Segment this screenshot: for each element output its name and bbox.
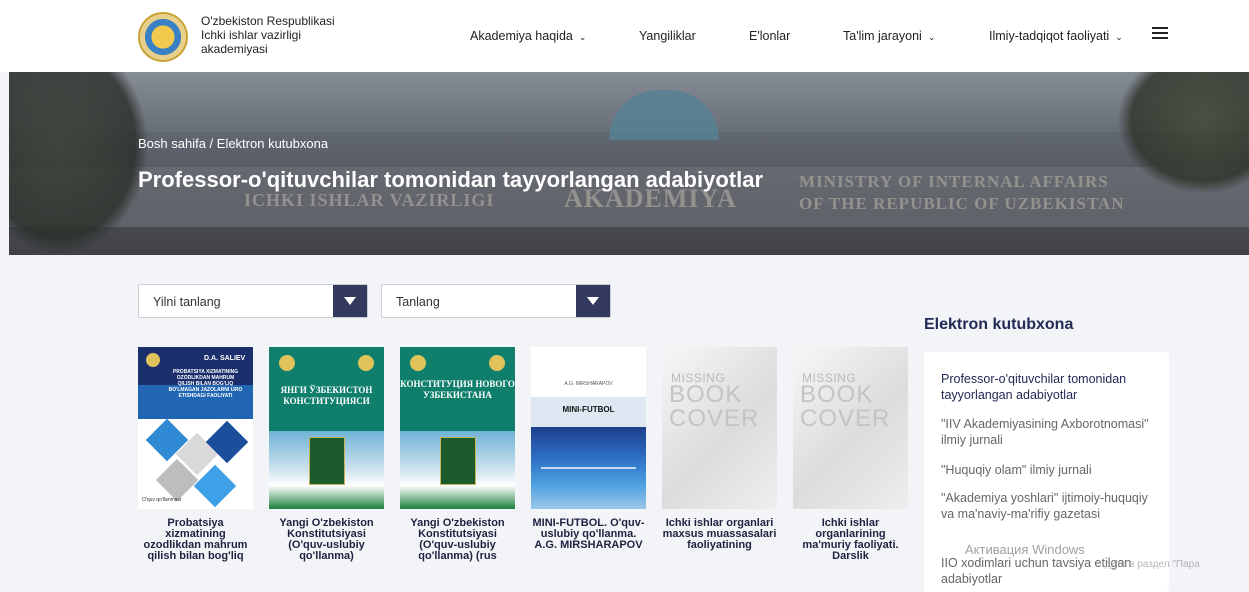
nav-item-ilmiy-tadqiqot[interactable]: Ilmiy-tadqiqot faoliyati ⌄ [989,29,1123,43]
cover-author: D.A. SALIEV [204,355,246,362]
book-cover[interactable]: A.G. MIRSHARAPOV MINI-FUTBOL [531,347,646,509]
type-select[interactable]: Tanlang [381,284,611,318]
breadcrumb[interactable]: Bosh sahifa / Elektron kutubxona [138,136,328,151]
page-title: Professor-o'qituvchilar tomonidan tayyor… [138,167,764,192]
nav-label: Akademiya haqida [470,29,573,43]
type-select-value: Tanlang [396,295,440,309]
cover-book-text: BOOK COVER [669,381,760,432]
cover-footer: O'quv qo'llanmasi [142,497,182,503]
book-cover[interactable]: КОНСТИТУЦИЯ НОВОГО УЗБЕКИСТАНА [400,347,515,509]
year-select[interactable]: Yilni tanlang [138,284,368,318]
cover-text: PROBATSIYA XIZMATINING OZODLIKDAN MAHRUM… [168,369,243,399]
cover-book-text: BOOK COVER [800,381,891,432]
book-card[interactable]: MISSING BOOK COVER Ichki ishlar organlar… [662,347,777,566]
book-title[interactable]: Yangi O'zbekiston Konstitutsiyasi (O'quv… [269,518,384,566]
book-card[interactable]: MISSING BOOK COVER Ichki ishlar organlar… [793,347,908,566]
cover-header [531,347,646,397]
book-title[interactable]: Yangi O'zbekiston Konstitutsiyasi (O'quv… [400,518,515,566]
nav-item-akademiya-haqida[interactable]: Akademiya haqida ⌄ [470,29,586,43]
book-title[interactable]: Probatsiya xizmatining ozodlikdan mahrum… [138,518,253,566]
nav-label: E'lonlar [749,29,791,43]
nav-item-talim-jarayoni[interactable]: Ta'lim jarayoni ⌄ [843,29,935,43]
chevron-down-icon: ⌄ [1115,32,1123,42]
constitution-book-icon [309,437,345,485]
chevron-down-icon[interactable] [576,285,610,317]
emblem-icon [489,355,505,371]
book-cover[interactable]: MISSING BOOK COVER [662,347,777,509]
cover-text: ЯНГИ ЎЗБЕКИСТОН КОНСТИТУЦИЯСИ [280,385,373,406]
constitution-book-icon [440,437,476,485]
hero-banner: ICHKI ISHLAR VAZIRLIGI AKADEMIYA MINISTR… [9,72,1249,255]
windows-activation-watermark-hint: дите в раздел "Пара [1105,559,1200,570]
nav-item-elonlar[interactable]: E'lonlar [749,29,790,43]
hamburger-icon[interactable] [1152,27,1168,41]
sidebar-item-akademiya-yoshlari[interactable]: "Akademiya yoshlari" ijtimoiy-huquqiy va… [941,490,1156,522]
book-title[interactable]: MINI-FUTBOL. O'quv-uslubiy qo'llanma. A.… [531,518,646,566]
emblem-icon [146,353,160,367]
year-select-value: Yilni tanlang [153,295,221,309]
sidebar-item-axborotnoma[interactable]: "IIV Akademiyasining Axborotnomasi" ilmi… [941,416,1156,448]
hero-overlay [9,72,1249,255]
nav-label: Ilmiy-tadqiqot faoliyati [989,29,1110,43]
book-card[interactable]: ЯНГИ ЎЗБЕКИСТОН КОНСТИТУЦИЯСИ Yangi O'zb… [269,347,384,566]
book-cover[interactable]: D.A. SALIEV PROBATSIYA XIZMATINING OZODL… [138,347,253,509]
cover-text: MINI-FUTBOL [562,405,615,414]
book-title[interactable]: Ichki ishlar organlari maxsus muassasala… [662,518,777,566]
nav-label: Yangiliklar [639,29,696,43]
emblem-icon [358,355,374,371]
windows-activation-watermark: Активация Windows [965,542,1085,557]
nav-item-yangiliklar[interactable]: Yangiliklar [639,29,696,43]
logo-text[interactable]: O'zbekiston Respublikasi Ichki ishlar va… [201,14,361,56]
book-card[interactable]: D.A. SALIEV PROBATSIYA XIZMATINING OZODL… [138,347,253,566]
chevron-down-icon[interactable] [333,285,367,317]
sidebar-title: Elektron kutubxona [924,316,1074,333]
cover-text: КОНСТИТУЦИЯ НОВОГО УЗБЕКИСТАНА [400,379,515,400]
emblem-icon [279,355,295,371]
sidebar-item-huquqiy-olam[interactable]: "Huquqiy olam" ilmiy jurnali [941,462,1156,478]
book-card[interactable]: КОНСТИТУЦИЯ НОВОГО УЗБЕКИСТАНА Yangi O'z… [400,347,515,566]
book-cover[interactable]: ЯНГИ ЎЗБЕКИСТОН КОНСТИТУЦИЯСИ [269,347,384,509]
academy-logo-icon[interactable] [138,12,188,62]
nav-label: Ta'lim jarayoni [843,29,922,43]
book-card[interactable]: A.G. MIRSHARAPOV MINI-FUTBOL MINI-FUTBOL… [531,347,646,566]
emblem-icon [410,355,426,371]
cover-author: A.G. MIRSHARAPOV [564,381,613,387]
site-header: O'zbekiston Respublikasi Ichki ishlar va… [0,0,1249,72]
book-cover[interactable]: MISSING BOOK COVER [793,347,908,509]
chevron-down-icon: ⌄ [927,32,936,42]
chevron-down-icon: ⌄ [578,32,587,42]
book-title[interactable]: Ichki ishlar organlarining ma'muriy faol… [793,518,908,566]
sidebar-item-professor-adabiyotlar[interactable]: Professor-o'qituvchilar tomonidan tayyor… [941,371,1156,403]
court-line [541,467,636,469]
